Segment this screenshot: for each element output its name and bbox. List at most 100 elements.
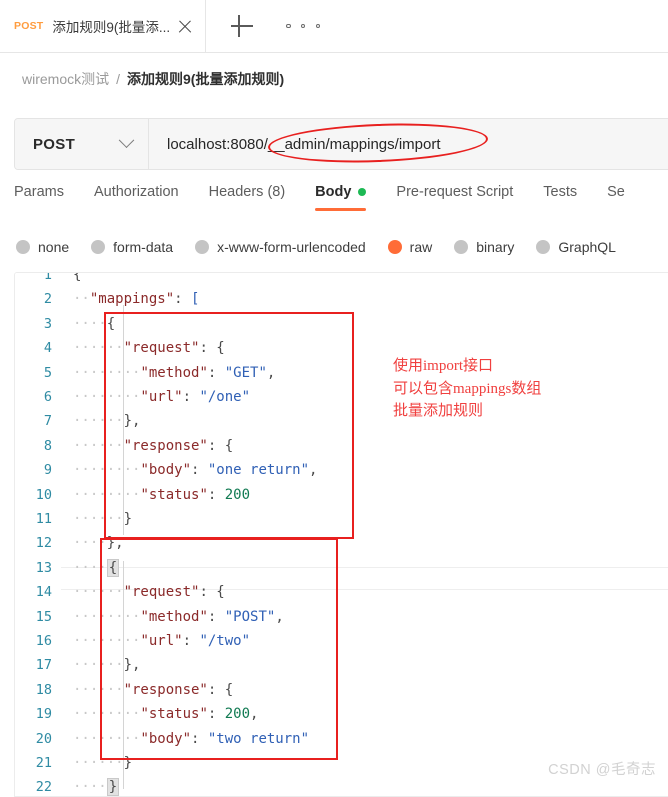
- code-line[interactable]: ········"body": "one return",: [73, 458, 317, 482]
- code-token: "method": [140, 364, 208, 381]
- code-token: ····: [73, 779, 107, 796]
- tab-authorization-label: Authorization: [93, 184, 179, 200]
- body-type-binary[interactable]: binary: [454, 239, 514, 255]
- tab-method-label: POST: [14, 20, 44, 32]
- code-token: "body": [140, 730, 192, 747]
- line-number: 15: [35, 608, 52, 625]
- tab-pre-request-script[interactable]: Pre-request Script: [396, 180, 513, 211]
- code-line[interactable]: ······"request": {: [73, 580, 225, 604]
- http-method-select[interactable]: POST: [15, 119, 149, 169]
- code-line[interactable]: {: [73, 273, 81, 287]
- code-line[interactable]: ····}: [73, 775, 120, 796]
- code-token: ········: [73, 633, 141, 649]
- code-line[interactable]: ······}: [73, 507, 132, 531]
- line-number: 9: [43, 462, 52, 479]
- code-token: ······: [73, 584, 124, 601]
- tab-params[interactable]: Params: [14, 180, 64, 211]
- code-token: {: [224, 437, 234, 454]
- code-line[interactable]: ······},: [73, 653, 140, 677]
- code-token: "body": [140, 462, 192, 479]
- tab-tests[interactable]: Tests: [543, 180, 577, 211]
- more-options-icon[interactable]: [286, 18, 320, 34]
- code-token: "/one": [199, 389, 251, 405]
- line-number: 18: [35, 681, 52, 698]
- tab-body[interactable]: Body: [315, 180, 367, 211]
- code-line[interactable]: ······"response": {: [73, 678, 233, 702]
- annotation-text: 使用import接口 可以包含mappings数组 批量添加规则: [393, 358, 542, 419]
- body-type-urlencoded[interactable]: x-www-form-urlencoded: [195, 239, 366, 255]
- body-type-none[interactable]: none: [16, 239, 69, 255]
- watermark: CSDN @毛奇志: [548, 762, 656, 778]
- code-token: "url": [140, 389, 183, 405]
- url-input[interactable]: localhost:8080/__admin/mappings/import: [149, 119, 668, 169]
- code-token: "response": [123, 681, 208, 698]
- body-type-raw[interactable]: raw: [387, 239, 432, 255]
- line-number: 14: [35, 584, 52, 601]
- line-number: 2: [43, 291, 52, 308]
- code-token: ····: [73, 535, 107, 552]
- radio-icon: [91, 240, 106, 254]
- code-token: [: [191, 291, 200, 308]
- code-token: "response": [123, 437, 208, 454]
- code-line[interactable]: ········"body": "two return": [73, 727, 309, 751]
- code-token: }: [123, 511, 133, 527]
- code-token: {: [216, 584, 225, 601]
- body-type-binary-label: binary: [476, 239, 515, 255]
- code-line[interactable]: ······"request": {: [73, 336, 225, 360]
- editor-code-area[interactable]: {··"mappings": [····{······"request": {·…: [61, 273, 668, 796]
- code-line[interactable]: ······},: [73, 409, 140, 433]
- code-token: ,: [309, 462, 318, 479]
- code-line[interactable]: ····{: [73, 556, 120, 580]
- code-line[interactable]: ····{: [73, 312, 115, 336]
- body-modified-dot-icon: [358, 188, 367, 196]
- chevron-down-icon: [118, 131, 135, 148]
- code-token: {: [106, 558, 120, 577]
- close-icon[interactable]: [175, 16, 195, 36]
- line-number: 6: [43, 389, 52, 405]
- code-token: :: [207, 706, 225, 723]
- line-number: 11: [35, 511, 52, 527]
- code-token: {: [224, 681, 234, 698]
- code-token: },: [123, 657, 141, 674]
- code-line[interactable]: ········"url": "/two": [73, 629, 250, 653]
- tab-headers[interactable]: Headers (8): [209, 180, 286, 211]
- code-token: "one return": [207, 462, 310, 479]
- line-number: 7: [43, 413, 52, 430]
- code-token: ······: [73, 681, 124, 698]
- tab-authorization[interactable]: Authorization: [94, 180, 179, 211]
- postman-request-screen: POST 添加规则9(批量添... wiremock测试 / 添加规则9(批量添…: [0, 0, 668, 797]
- code-line[interactable]: ······}: [73, 751, 132, 775]
- code-line[interactable]: ········"url": "/one": [73, 385, 250, 409]
- code-token: :: [182, 389, 200, 405]
- code-line[interactable]: ········"status": 200: [73, 483, 250, 507]
- code-line[interactable]: ··"mappings": [: [73, 287, 199, 311]
- request-body-editor[interactable]: 123456789101112131415161718192021222324 …: [14, 272, 668, 797]
- code-line[interactable]: ········"method": "GET",: [73, 361, 275, 385]
- plus-icon[interactable]: [228, 12, 256, 40]
- line-number: 5: [43, 364, 52, 381]
- tab-settings[interactable]: Se: [607, 180, 625, 211]
- request-tab[interactable]: POST 添加规则9(批量添...: [0, 0, 206, 52]
- body-type-form-data[interactable]: form-data: [91, 239, 173, 255]
- body-type-radio-group: none form-data x-www-form-urlencoded raw…: [16, 230, 668, 264]
- code-token: :: [207, 681, 225, 698]
- breadcrumb-collection[interactable]: wiremock测试: [22, 69, 109, 89]
- code-line[interactable]: ········"status": 200,: [73, 702, 258, 726]
- code-token: ··: [73, 291, 90, 308]
- body-type-none-label: none: [38, 239, 70, 255]
- code-line[interactable]: ······"response": {: [73, 434, 233, 458]
- code-line[interactable]: ········"method": "POST",: [73, 605, 284, 629]
- tab-bar: POST 添加规则9(批量添...: [0, 0, 668, 53]
- code-token: ······: [73, 657, 124, 674]
- code-token: {: [216, 340, 225, 357]
- code-token: },: [123, 413, 141, 430]
- code-token: ······: [73, 511, 124, 527]
- body-type-graphql[interactable]: GraphQL: [536, 239, 616, 255]
- code-token: },: [106, 535, 124, 552]
- code-token: :: [174, 291, 192, 308]
- code-token: ········: [73, 364, 141, 381]
- code-token: :: [191, 730, 208, 747]
- code-token: ········: [73, 706, 141, 723]
- code-token: :: [191, 462, 208, 479]
- code-line[interactable]: ····},: [73, 531, 124, 555]
